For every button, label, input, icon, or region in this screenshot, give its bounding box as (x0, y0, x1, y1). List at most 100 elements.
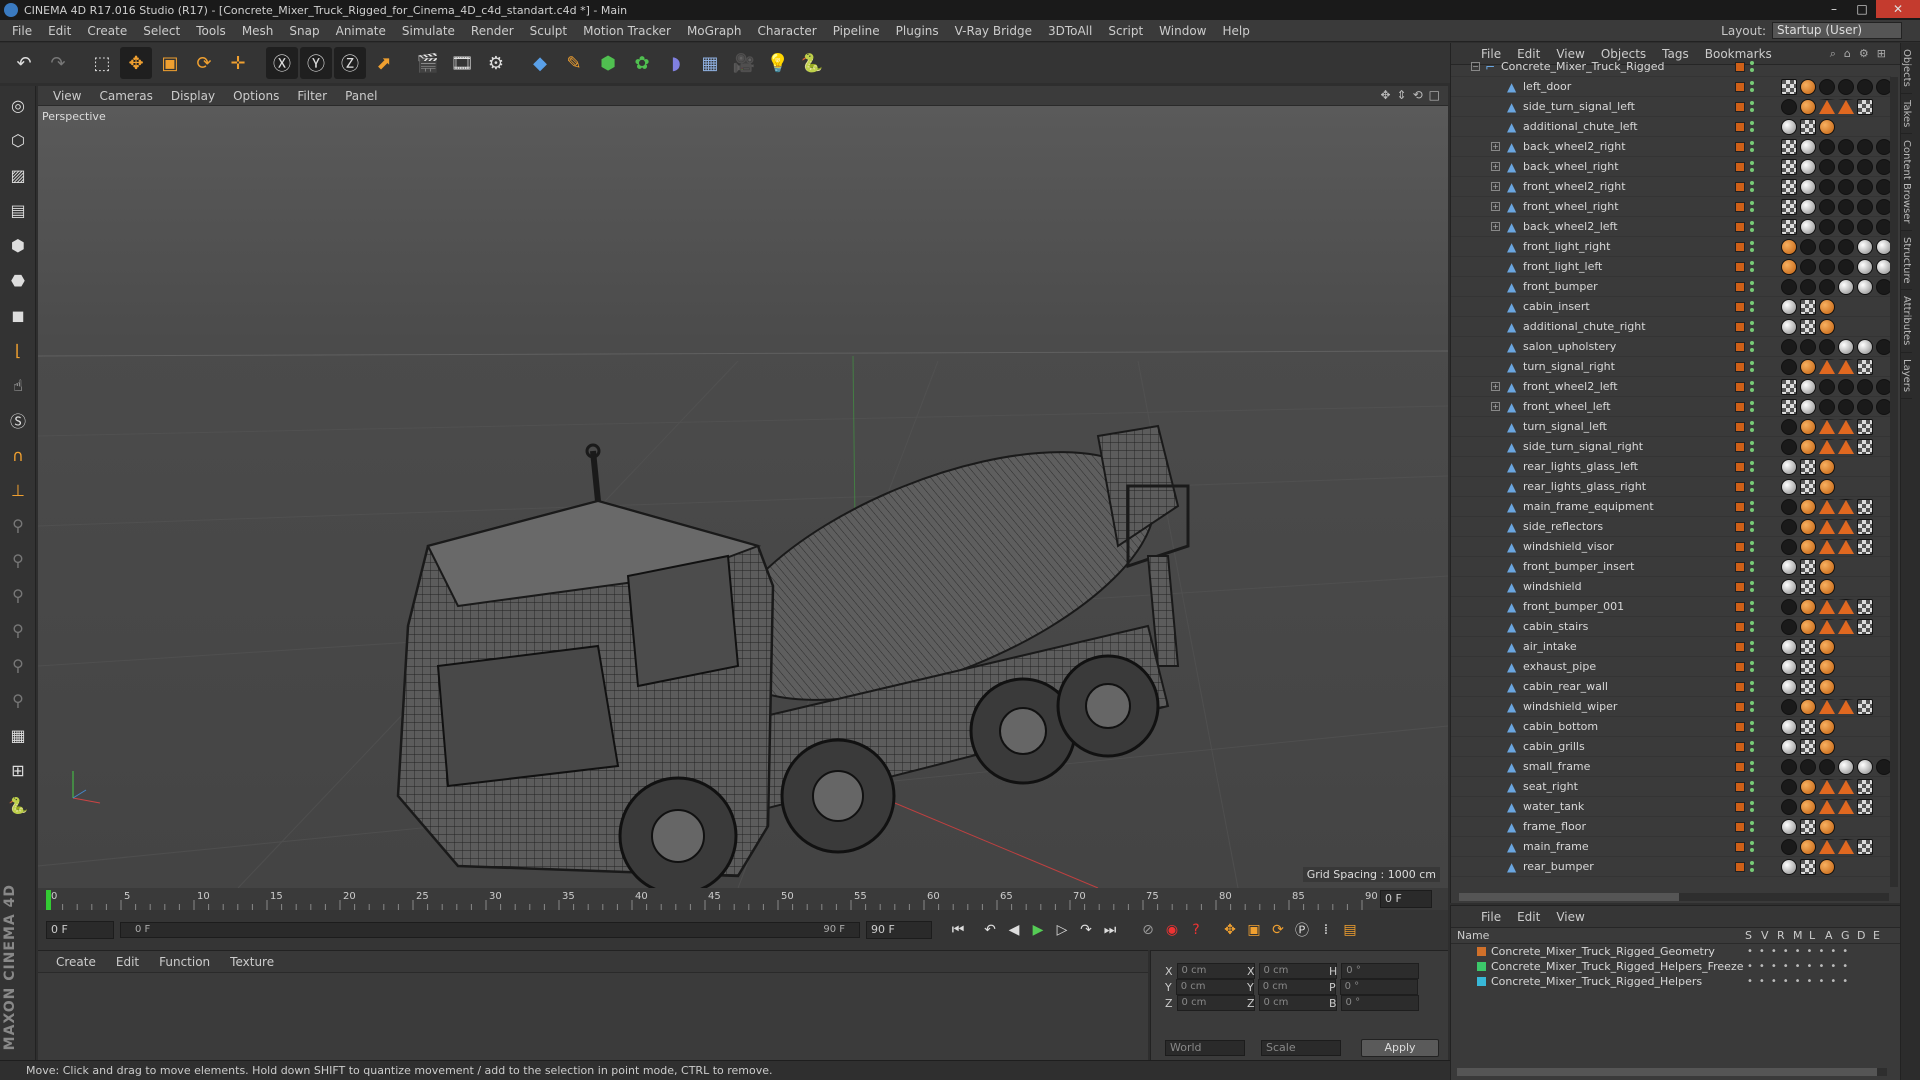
visibility-dots[interactable] (1749, 80, 1755, 94)
animation-icon[interactable]: • (1807, 976, 1813, 987)
material-tag-icon[interactable] (1819, 798, 1835, 814)
menu-v-ray-bridge[interactable]: V-Ray Bridge (947, 24, 1040, 38)
timeline-icon[interactable]: ▤ (1338, 918, 1362, 942)
material-tag-icon[interactable] (1800, 778, 1816, 795)
object-row[interactable]: ▲ rear_lights_glass_left (1451, 457, 1891, 477)
material-menu-texture[interactable]: Texture (220, 955, 284, 969)
material-tag-icon[interactable] (1857, 698, 1873, 715)
material-tag-icon[interactable] (1819, 598, 1835, 614)
material-tag-icon[interactable] (1800, 598, 1816, 615)
material-tag-icon[interactable] (1857, 798, 1873, 815)
material-tag-icon[interactable] (1800, 718, 1816, 735)
visibility-dots[interactable] (1749, 320, 1755, 334)
go-to-previous-key-icon[interactable]: ↶ (978, 918, 1002, 942)
sculpt-flatten-icon[interactable]: ⚲ (2, 614, 34, 646)
coord-value-field[interactable]: 0 cm (1257, 979, 1336, 995)
floor-icon[interactable]: ▦ (694, 47, 726, 79)
coord-value-field[interactable]: 0 cm (1176, 963, 1255, 979)
material-tag-icon[interactable] (1800, 278, 1816, 295)
object-list-hscrollbar[interactable] (1459, 893, 1889, 901)
visibility-dots[interactable] (1749, 720, 1755, 734)
layout-dropdown[interactable]: Startup (User) (1772, 22, 1902, 39)
key-rotation-icon[interactable]: ⟳ (1266, 918, 1290, 942)
visibility-dots[interactable] (1749, 420, 1755, 434)
visibility-dots[interactable] (1749, 180, 1755, 194)
object-row[interactable]: + ▲ front_wheel2_right (1451, 177, 1891, 197)
material-tag-icon[interactable] (1857, 158, 1873, 175)
visibility-dots[interactable] (1749, 100, 1755, 114)
material-tag-icon[interactable] (1857, 218, 1873, 235)
toggle-view-icon[interactable]: □ (1429, 88, 1440, 102)
object-row[interactable]: ▲ small_frame (1451, 757, 1891, 777)
visibility-dots[interactable] (1749, 640, 1755, 654)
visibility-dots[interactable] (1749, 500, 1755, 514)
material-tag-icon[interactable] (1838, 438, 1854, 454)
material-tag-icon[interactable] (1838, 98, 1854, 114)
material-tag-icon[interactable] (1838, 418, 1854, 434)
visible-icon[interactable]: • (1759, 946, 1765, 957)
material-tag-icon[interactable] (1876, 278, 1891, 295)
material-tag-icon[interactable] (1781, 138, 1797, 155)
menu-render[interactable]: Render (463, 24, 522, 38)
material-tag-icon[interactable] (1876, 78, 1891, 95)
expand-icon[interactable]: + (1491, 202, 1500, 211)
material-tag-icon[interactable] (1781, 558, 1797, 575)
coord-value-field[interactable]: 0 ° (1341, 963, 1420, 979)
object-row[interactable]: + ▲ back_wheel2_left (1451, 217, 1891, 237)
object-row[interactable]: ▲ windshield_visor (1451, 537, 1891, 557)
visibility-dots[interactable] (1749, 120, 1755, 134)
material-tag-icon[interactable] (1819, 238, 1835, 255)
material-tag-icon[interactable] (1800, 698, 1816, 715)
visibility-dots[interactable] (1749, 380, 1755, 394)
material-tag-icon[interactable] (1781, 358, 1797, 375)
expand-icon[interactable]: + (1491, 162, 1500, 171)
visibility-dots[interactable] (1749, 60, 1755, 74)
solo-icon[interactable]: • (1747, 946, 1753, 957)
visibility-dots[interactable] (1749, 840, 1755, 854)
go-to-next-key-icon[interactable]: ↷ (1074, 918, 1098, 942)
visibility-dots[interactable] (1749, 360, 1755, 374)
visibility-dots[interactable] (1749, 780, 1755, 794)
material-tag-icon[interactable] (1838, 798, 1854, 814)
menu-file[interactable]: File (4, 24, 40, 38)
expand-icon[interactable]: + (1491, 382, 1500, 391)
sculpt-grab-icon[interactable]: ⚲ (2, 684, 34, 716)
object-row[interactable]: ▲ additional_chute_right (1451, 317, 1891, 337)
material-tag-icon[interactable] (1781, 578, 1797, 595)
material-tag-icon[interactable] (1857, 78, 1873, 95)
material-tag-icon[interactable] (1819, 218, 1835, 235)
material-tag-icon[interactable] (1876, 258, 1891, 275)
material-tag-icon[interactable] (1800, 158, 1816, 175)
material-tag-icon[interactable] (1838, 758, 1854, 775)
material-menu-create[interactable]: Create (46, 955, 106, 969)
material-tag-icon[interactable] (1819, 758, 1835, 775)
render-settings-icon[interactable]: ⚙ (480, 47, 512, 79)
material-tag-icon[interactable] (1857, 618, 1873, 635)
material-tag-icon[interactable] (1857, 598, 1873, 615)
viewport-menu-options[interactable]: Options (224, 89, 288, 103)
visibility-dots[interactable] (1749, 740, 1755, 754)
object-row[interactable]: ▲ side_turn_signal_left (1451, 97, 1891, 117)
model-mode-icon[interactable]: ⬡ (2, 124, 34, 156)
object-row[interactable]: ▲ main_frame_equipment (1451, 497, 1891, 517)
material-tag-icon[interactable] (1800, 258, 1816, 275)
object-row[interactable]: ▲ water_tank (1451, 797, 1891, 817)
visibility-dots[interactable] (1749, 240, 1755, 254)
render-view-icon[interactable]: 🎬 (412, 47, 444, 79)
object-row[interactable]: ▲ exhaust_pipe (1451, 657, 1891, 677)
object-row[interactable]: ▲ rear_bumper (1451, 857, 1891, 877)
material-tag-icon[interactable] (1800, 738, 1816, 755)
live-selection-icon[interactable]: ⬚ (86, 47, 118, 79)
material-tag-icon[interactable] (1838, 358, 1854, 374)
lock-icon[interactable]: • (1795, 961, 1801, 972)
object-row[interactable]: ▲ turn_signal_right (1451, 357, 1891, 377)
material-tag-icon[interactable] (1819, 298, 1835, 315)
object-row[interactable]: + ▲ back_wheel2_right (1451, 137, 1891, 157)
coord-value-field[interactable]: 0 cm (1258, 995, 1337, 1011)
record-keys-icon[interactable]: ⊘ (1136, 918, 1160, 942)
visibility-dots[interactable] (1749, 620, 1755, 634)
menu-help[interactable]: Help (1214, 24, 1257, 38)
material-tag-icon[interactable] (1857, 538, 1873, 555)
sculpt-pull-icon[interactable]: ⚲ (2, 544, 34, 576)
material-tag-icon[interactable] (1819, 258, 1835, 275)
